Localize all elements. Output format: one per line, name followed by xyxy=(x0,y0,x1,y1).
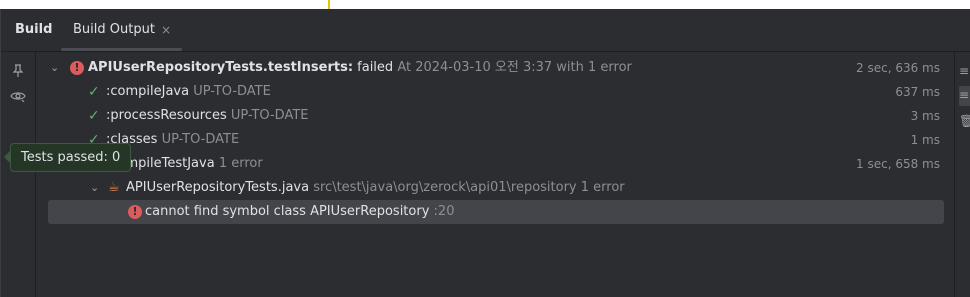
eye-icon[interactable] xyxy=(1,90,35,106)
error-message: cannot find symbol class APIUserReposito… xyxy=(145,204,430,219)
task-status: UP-TO-DATE xyxy=(161,132,240,147)
left-toolbar xyxy=(1,52,36,297)
error-icon: ! xyxy=(128,205,142,219)
chevron-down-icon[interactable]: ⌄ xyxy=(90,176,99,200)
root-task-name: APIUserRepositoryTests.testInserts: xyxy=(88,60,354,75)
task-status: UP-TO-DATE xyxy=(230,108,309,123)
tab-build[interactable]: Build xyxy=(15,9,52,51)
task-status: 1 error xyxy=(218,156,263,171)
file-name: APIUserRepositoryTests.java xyxy=(126,180,310,195)
list-icon[interactable]: ≡ xyxy=(959,64,969,78)
tool-window-tabbar: Build Build Output × xyxy=(1,9,970,52)
top-strip xyxy=(0,0,970,9)
task-name: :processResources xyxy=(106,108,227,123)
root-time: 2 sec, 636 ms xyxy=(856,61,940,75)
right-toolbar: ≡ ≡ 🗑 xyxy=(954,52,970,297)
task-name: :compileJava xyxy=(106,84,190,99)
tree-row-process-resources[interactable]: ✓ :processResources UP-TO-DATE 3 ms xyxy=(36,104,954,128)
java-file-icon: ☕ xyxy=(108,180,120,195)
root-status: failed xyxy=(357,60,394,75)
check-icon: ✓ xyxy=(88,84,100,100)
task-time: 3 ms xyxy=(910,109,940,123)
check-icon: ✓ xyxy=(88,108,100,124)
error-line: :20 xyxy=(433,204,455,219)
list-view-icon[interactable]: ≡ xyxy=(959,88,969,102)
build-output-tree: ⌄ ! APIUserRepositoryTests.testInserts: … xyxy=(36,52,954,297)
close-tab-icon[interactable]: × xyxy=(161,9,171,51)
tree-row-root[interactable]: ⌄ ! APIUserRepositoryTests.testInserts: … xyxy=(36,56,954,80)
task-time: 1 sec, 658 ms xyxy=(856,157,940,171)
root-detail: At 2024-03-10 오전 3:37 with 1 error xyxy=(397,60,632,75)
trash-icon[interactable]: 🗑 xyxy=(959,114,970,128)
tree-row-classes[interactable]: ✓ :classes UP-TO-DATE 1 ms xyxy=(36,128,954,152)
file-status: 1 error xyxy=(580,180,625,195)
tests-passed-tooltip: Tests passed: 0 xyxy=(3,143,132,172)
tree-row-compile-test-java[interactable]: ⌄ ! :compileTestJava 1 error 1 sec, 658 … xyxy=(36,152,954,176)
tab-build-output[interactable]: Build Output xyxy=(73,9,155,51)
tree-row-compile-java[interactable]: ✓ :compileJava UP-TO-DATE 637 ms xyxy=(36,80,954,104)
file-path: src\test\java\org\zerock\api01\repositor… xyxy=(313,180,577,195)
pin-icon[interactable] xyxy=(1,64,35,82)
tree-row-error-selected[interactable]: ! cannot find symbol class APIUserReposi… xyxy=(48,200,944,224)
chevron-down-icon[interactable]: ⌄ xyxy=(50,56,59,80)
error-icon: ! xyxy=(70,61,84,75)
task-status: UP-TO-DATE xyxy=(193,84,271,99)
tooltip-text: Tests passed: 0 xyxy=(21,150,121,165)
task-time: 1 ms xyxy=(910,133,940,147)
task-time: 637 ms xyxy=(895,85,940,99)
tree-row-file[interactable]: ⌄ ☕ APIUserRepositoryTests.java src\test… xyxy=(36,176,954,200)
